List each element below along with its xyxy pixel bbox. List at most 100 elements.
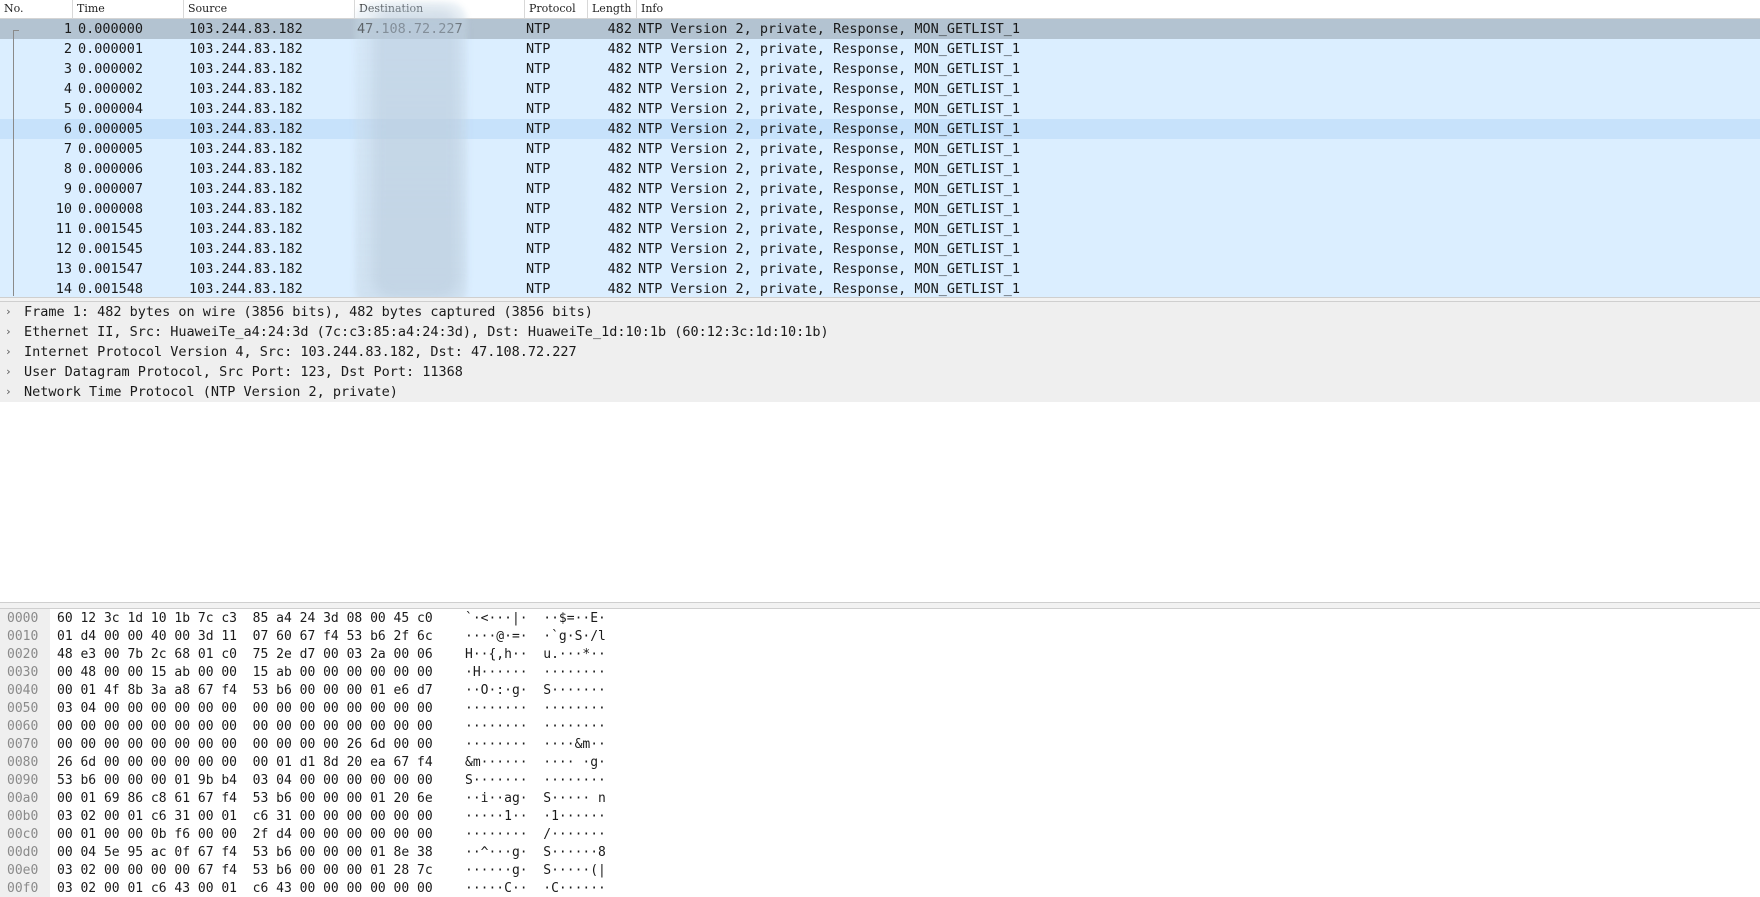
chevron-right-icon[interactable]: ›: [5, 302, 19, 322]
hex-bytes[interactable]: 00 04 5e 95 ac 0f 67 f4 53 b6 00 00 00 0…: [57, 844, 433, 862]
hex-offset[interactable]: 0090: [7, 772, 38, 790]
hex-bytes[interactable]: 03 02 00 01 c6 43 00 01 c6 43 00 00 00 0…: [57, 880, 433, 897]
hex-ascii[interactable]: ········ /·······: [465, 826, 606, 844]
hex-offset[interactable]: 00e0: [7, 862, 38, 880]
hex-row: 0060 00 00 00 00 00 00 00 00 00 00 00 00 …: [0, 718, 1760, 736]
hex-bytes[interactable]: 00 01 00 00 0b f6 00 00 2f d4 00 00 00 0…: [57, 826, 433, 844]
packet-row[interactable]: 7 0.000005 103.244.83.182 NTP 482 NTP Version…: [0, 139, 1760, 159]
packet-cell-len: 482: [607, 181, 632, 197]
pane-splitter-bottom[interactable]: [0, 602, 1760, 609]
hex-bytes[interactable]: 00 01 4f 8b 3a a8 67 f4 53 b6 00 00 00 0…: [57, 682, 433, 700]
packet-cell-src: 103.244.83.182: [189, 101, 303, 117]
packet-row[interactable]: 12 0.001545 103.244.83.182 NTP 482 NTP Versio…: [0, 239, 1760, 259]
packet-row[interactable]: 5 0.000004 103.244.83.182 NTP 482 NTP Version…: [0, 99, 1760, 119]
hex-offset[interactable]: 0080: [7, 754, 38, 772]
detail-tree-label: Ethernet II, Src: HuaweiTe_a4:24:3d (7c:…: [24, 324, 829, 340]
hex-offset[interactable]: 0000: [7, 610, 38, 628]
hex-bytes[interactable]: 53 b6 00 00 00 01 9b b4 03 04 00 00 00 0…: [57, 772, 433, 790]
packet-cell-info: NTP Version 2, private, Response, MON_GE…: [638, 241, 1021, 257]
detail-tree-item[interactable]: › Internet Protocol Version 4, Src: 103.2…: [0, 342, 1760, 362]
packet-cell-len: 482: [607, 121, 632, 137]
hex-offset[interactable]: 0050: [7, 700, 38, 718]
hex-offset[interactable]: 0030: [7, 664, 38, 682]
chevron-right-icon[interactable]: ›: [5, 382, 19, 402]
packet-row[interactable]: 13 0.001547 103.244.83.182 NTP 482 NTP Versio…: [0, 259, 1760, 279]
hex-offset[interactable]: 0010: [7, 628, 38, 646]
hex-ascii[interactable]: ·····1·· ·1······: [465, 808, 606, 826]
column-header-no[interactable]: No.: [0, 0, 73, 18]
packet-row[interactable]: 11 0.001545 103.244.83.182 NTP 482 NTP Versio…: [0, 219, 1760, 239]
packet-list-header: No. Time Source Destination Protocol Len…: [0, 0, 1760, 19]
hex-bytes[interactable]: 00 48 00 00 15 ab 00 00 15 ab 00 00 00 0…: [57, 664, 433, 682]
packet-row[interactable]: 10.000000103.244.83.18247.108.72.227NTP4…: [0, 19, 1760, 39]
chevron-right-icon[interactable]: ›: [5, 322, 19, 342]
hex-ascii[interactable]: ··^···g· S······8: [465, 844, 606, 862]
packet-cell-src: 103.244.83.182: [189, 121, 303, 137]
packet-row[interactable]: 2 0.000001 103.244.83.182 NTP 482 NTP Version…: [0, 39, 1760, 59]
hex-ascii[interactable]: ········ ····&m··: [465, 736, 606, 754]
column-header-info[interactable]: Info: [637, 0, 1760, 18]
packet-details-pane: › Frame 1: 482 bytes on wire (3856 bits),…: [0, 302, 1760, 602]
packet-row[interactable]: 8 0.000006 103.244.83.182 NTP 482 NTP Version…: [0, 159, 1760, 179]
hex-ascii[interactable]: &m······ ···· ·g·: [465, 754, 606, 772]
column-header-source[interactable]: Source: [184, 0, 355, 18]
packet-row[interactable]: 3 0.000002 103.244.83.182 NTP 482 NTP Version…: [0, 59, 1760, 79]
hex-offset[interactable]: 00c0: [7, 826, 38, 844]
column-header-protocol[interactable]: Protocol: [525, 0, 588, 18]
hex-offset[interactable]: 00d0: [7, 844, 38, 862]
packet-cell-no: 8: [63, 161, 72, 177]
hex-bytes[interactable]: 01 d4 00 00 40 00 3d 11 07 60 67 f4 53 b…: [57, 628, 433, 646]
hex-bytes[interactable]: 00 00 00 00 00 00 00 00 00 00 00 00 26 6…: [57, 736, 433, 754]
column-header-time[interactable]: Time: [73, 0, 184, 18]
hex-offset[interactable]: 00a0: [7, 790, 38, 808]
hex-ascii[interactable]: ·····C·· ·C······: [465, 880, 606, 897]
hex-bytes[interactable]: 03 02 00 01 c6 31 00 01 c6 31 00 00 00 0…: [57, 808, 433, 826]
packet-cell-no: 5: [63, 101, 72, 117]
packet-cell-src: 103.244.83.182: [189, 141, 303, 157]
packet-row[interactable]: 14 0.001548 103.244.83.182 NTP 482 NTP Versio…: [0, 279, 1760, 297]
chevron-right-icon[interactable]: ›: [5, 342, 19, 362]
hex-offset[interactable]: 00b0: [7, 808, 38, 826]
hex-ascii[interactable]: ··i··ag· S····· n: [465, 790, 606, 808]
packet-row[interactable]: 10 0.000008 103.244.83.182 NTP 482 NTP Versio…: [0, 199, 1760, 219]
hex-row: 0010 01 d4 00 00 40 00 3d 11 07 60 67 f4 …: [0, 628, 1760, 646]
hex-offset[interactable]: 0040: [7, 682, 38, 700]
hex-offset[interactable]: 00f0: [7, 880, 38, 897]
hex-offset[interactable]: 0060: [7, 718, 38, 736]
hex-ascii[interactable]: `·<···|· ··$=··E·: [465, 610, 606, 628]
hex-offset[interactable]: 0070: [7, 736, 38, 754]
detail-tree-item[interactable]: › Ethernet II, Src: HuaweiTe_a4:24:3d (7c…: [0, 322, 1760, 342]
hex-ascii[interactable]: H··{,h·· u.···*··: [465, 646, 606, 664]
hex-bytes[interactable]: 00 01 69 86 c8 61 67 f4 53 b6 00 00 00 0…: [57, 790, 433, 808]
hex-ascii[interactable]: ······g· S·····(|: [465, 862, 606, 880]
hex-ascii[interactable]: ········ ········: [465, 700, 606, 718]
detail-tree-item[interactable]: › Network Time Protocol (NTP Version 2, p…: [0, 382, 1760, 402]
hex-bytes[interactable]: 00 00 00 00 00 00 00 00 00 00 00 00 00 0…: [57, 718, 433, 736]
packet-row[interactable]: 9 0.000007 103.244.83.182 NTP 482 NTP Version…: [0, 179, 1760, 199]
packet-cell-no: 13: [55, 261, 72, 277]
hex-ascii[interactable]: ·H······ ········: [465, 664, 606, 682]
hex-bytes[interactable]: 26 6d 00 00 00 00 00 00 00 01 d1 8d 20 e…: [57, 754, 433, 772]
detail-tree-item[interactable]: › Frame 1: 482 bytes on wire (3856 bits),…: [0, 302, 1760, 322]
hex-offset[interactable]: 0020: [7, 646, 38, 664]
chevron-right-icon[interactable]: ›: [5, 362, 19, 382]
packet-row[interactable]: 6 0.000005 103.244.83.182 NTP 482 NTP Version…: [0, 119, 1760, 139]
packet-cell-info: NTP Version 2, private, Response, MON_GE…: [638, 161, 1021, 177]
hex-bytes[interactable]: 03 04 00 00 00 00 00 00 00 00 00 00 00 0…: [57, 700, 433, 718]
packet-row[interactable]: 4 0.000002 103.244.83.182 NTP 482 NTP Version…: [0, 79, 1760, 99]
hex-row: 00c0 00 01 00 00 0b f6 00 00 2f d4 00 00 …: [0, 826, 1760, 844]
hex-ascii[interactable]: S······· ········: [465, 772, 606, 790]
detail-tree-item[interactable]: › User Datagram Protocol, Src Port: 123, …: [0, 362, 1760, 382]
hex-bytes[interactable]: 48 e3 00 7b 2c 68 01 c0 75 2e d7 00 03 2…: [57, 646, 433, 664]
packet-cell-src: 103.244.83.182: [189, 241, 303, 257]
hex-ascii[interactable]: ····@·=· ·`g·S·/l: [465, 628, 606, 646]
packet-cell-time: 0.000008: [78, 201, 144, 217]
column-header-length[interactable]: Length: [588, 0, 637, 18]
hex-ascii[interactable]: ··O·:·g· S·······: [465, 682, 606, 700]
hex-ascii[interactable]: ········ ········: [465, 718, 606, 736]
packet-cell-src: 103.244.83.182: [189, 281, 303, 297]
packet-cell-time: 0.001548: [78, 281, 144, 297]
packet-cell-len: 482: [607, 81, 632, 97]
hex-bytes[interactable]: 03 02 00 00 00 00 67 f4 53 b6 00 00 00 0…: [57, 862, 433, 880]
hex-bytes[interactable]: 60 12 3c 1d 10 1b 7c c3 85 a4 24 3d 08 0…: [57, 610, 433, 628]
